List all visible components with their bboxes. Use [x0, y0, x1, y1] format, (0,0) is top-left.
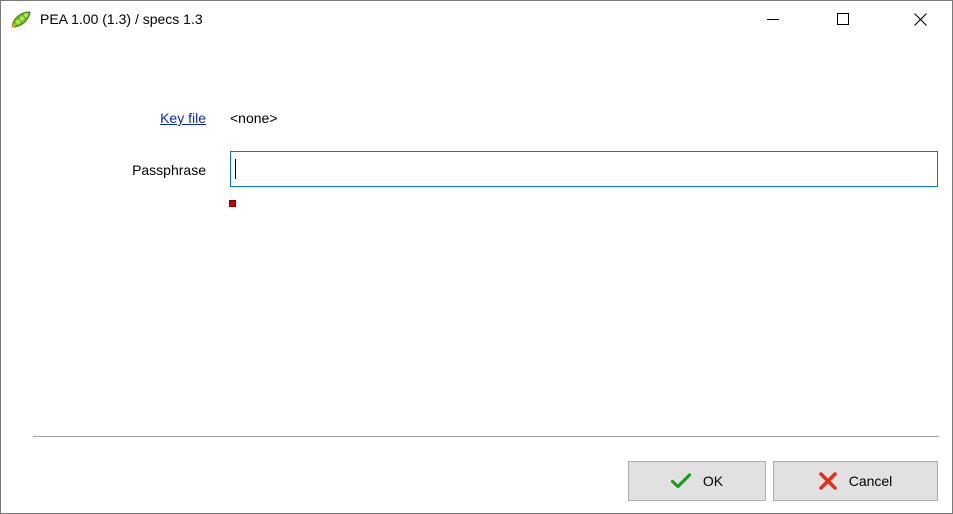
close-button[interactable]	[897, 1, 943, 37]
close-icon	[913, 12, 927, 26]
separator-line	[33, 436, 939, 438]
passphrase-strength-indicator	[229, 200, 236, 207]
dialog-window: PEA 1.00 (1.3) / specs 1.3 Key file <non…	[0, 0, 953, 514]
key-file-value: <none>	[230, 110, 278, 126]
cancel-button[interactable]: Cancel	[773, 461, 938, 501]
passphrase-input[interactable]	[230, 151, 938, 187]
cancel-button-label: Cancel	[848, 473, 893, 489]
ok-button[interactable]: OK	[628, 461, 766, 501]
maximize-button[interactable]	[820, 1, 866, 37]
minimize-icon	[767, 13, 779, 25]
window-title: PEA 1.00 (1.3) / specs 1.3	[40, 11, 203, 27]
pea-pod-icon	[10, 10, 32, 29]
minimize-button[interactable]	[750, 1, 796, 37]
checkmark-icon	[670, 473, 691, 489]
text-caret	[235, 159, 236, 179]
ok-button-label: OK	[702, 473, 724, 489]
title-bar[interactable]: PEA 1.00 (1.3) / specs 1.3	[1, 1, 952, 37]
x-icon	[818, 472, 837, 490]
key-file-link[interactable]: Key file	[160, 109, 206, 127]
maximize-icon	[837, 13, 849, 25]
passphrase-label: Passphrase	[132, 162, 206, 178]
